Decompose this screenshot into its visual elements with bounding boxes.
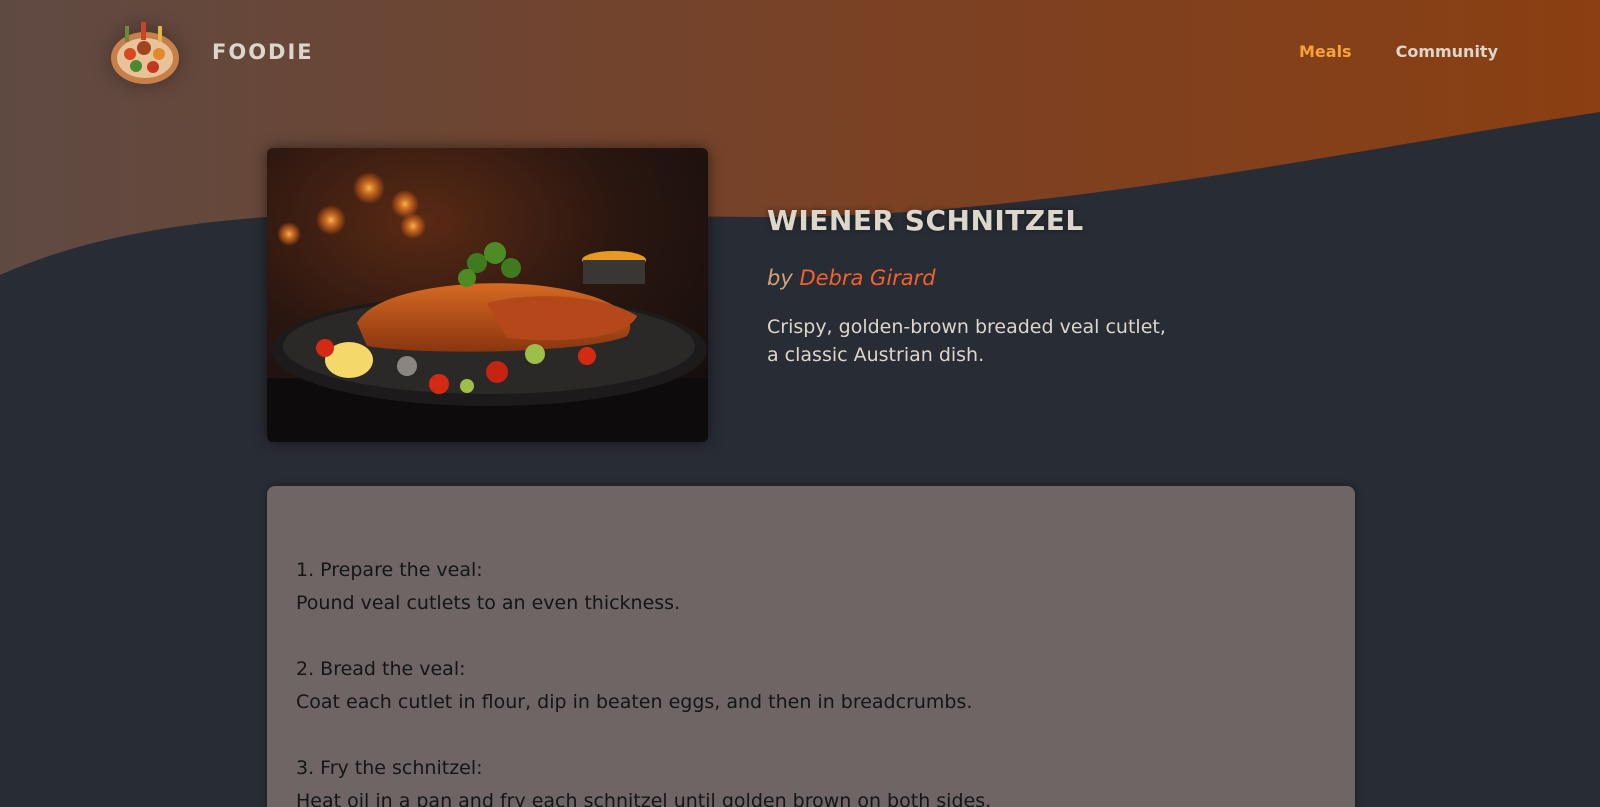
nav-link-community[interactable]: Community <box>1394 38 1500 65</box>
meal-creator: by Debra Girard <box>767 266 936 290</box>
logo-image <box>108 18 182 86</box>
step-text: Pound veal cutlets to an even thickness. <box>296 592 681 614</box>
step-title: 2. Bread the veal: <box>296 658 466 680</box>
creator-prefix: by <box>767 266 793 290</box>
step-title: 1. Prepare the veal: <box>296 559 483 581</box>
main-nav: Meals Community <box>1297 38 1500 65</box>
step-text: Heat oil in a pan and fry each schnitzel… <box>296 790 992 807</box>
page: FOODIE Meals Community WIENER SCHNITZEL … <box>0 0 1600 807</box>
meal-image <box>267 148 708 442</box>
logo-link[interactable]: FOODIE <box>108 18 314 86</box>
creator-link[interactable]: Debra Girard <box>799 266 935 290</box>
meal-summary: Crispy, golden-brown breaded veal cutlet… <box>767 316 1166 366</box>
step-title: 3. Fry the schnitzel: <box>296 757 483 779</box>
nav-link-meals[interactable]: Meals <box>1297 38 1354 65</box>
main-header: FOODIE Meals Community <box>0 0 1600 104</box>
meal-title: WIENER SCHNITZEL <box>767 204 1084 237</box>
instructions-panel: 1. Prepare the veal: Pound veal cutlets … <box>267 486 1355 807</box>
instruction-step: 3. Fry the schnitzel: Heat oil in a pan … <box>296 752 1325 807</box>
logo-text: FOODIE <box>212 40 314 64</box>
step-text: Coat each cutlet in flour, dip in beaten… <box>296 691 973 713</box>
instruction-step: 2. Bread the veal: Coat each cutlet in f… <box>296 653 1325 719</box>
instruction-step: 1. Prepare the veal: Pound veal cutlets … <box>296 554 1325 620</box>
